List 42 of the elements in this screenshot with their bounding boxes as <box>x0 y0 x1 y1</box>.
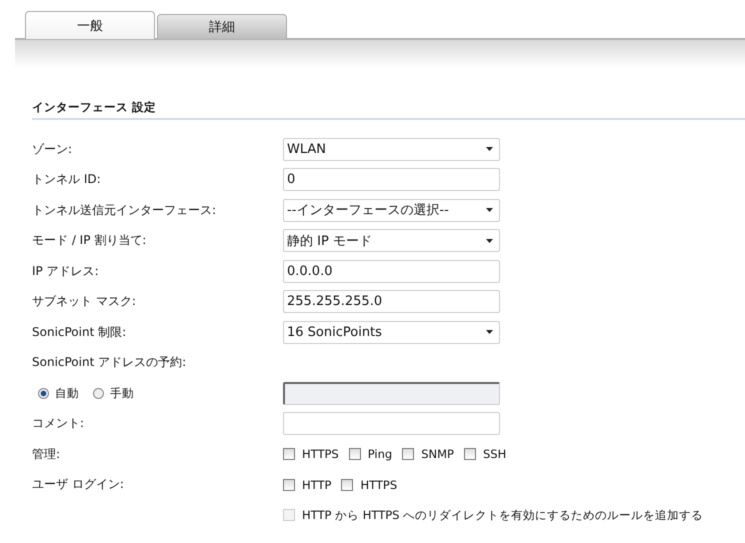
field-label: SonicPoint アドレスの予約: <box>32 354 186 372</box>
caret-icon <box>486 330 493 334</box>
input-field[interactable]: 255.255.255.0 <box>283 290 500 314</box>
radio-button[interactable] <box>93 388 104 399</box>
field-label: 管理: <box>32 446 60 463</box>
checkbox[interactable] <box>283 478 295 491</box>
checkbox[interactable] <box>348 448 361 460</box>
field-label: IP アドレス: <box>32 262 99 280</box>
caret-icon <box>486 147 493 152</box>
dropdown[interactable]: 16 SonicPoints <box>283 320 500 344</box>
option-label: SSH <box>482 447 506 462</box>
checkbox[interactable] <box>283 448 295 460</box>
tab[interactable]: 一般 <box>25 11 155 39</box>
field-label: SonicPoint 制限: <box>32 324 126 341</box>
option-label: HTTP <box>302 478 332 492</box>
option-label: SNMP <box>421 447 454 462</box>
field-label: ゾーン: <box>32 140 72 158</box>
dropdown[interactable]: WLAN <box>283 138 500 161</box>
field-label: トンネル ID: <box>32 171 101 188</box>
field-label: サブネット マスク: <box>32 293 136 310</box>
dropdown[interactable]: 静的 IP モード <box>283 229 500 252</box>
option-label: HTTP から HTTPS へのリダイレクトを有効にするためのルールを追加する <box>302 508 704 523</box>
input-field[interactable]: 0 <box>283 168 500 192</box>
checkbox[interactable] <box>464 448 476 460</box>
field-label: モード / IP 割り当て: <box>32 232 146 250</box>
option-label: Ping <box>368 447 392 462</box>
dropdown[interactable]: --インターフェースの選択-- <box>283 198 500 222</box>
field-label: トンネル送信元インターフェース: <box>32 202 216 219</box>
option-label: 自動 <box>55 386 79 401</box>
option-label: 手動 <box>110 386 134 401</box>
option-label: HTTPS <box>360 478 398 492</box>
section-title: インターフェース 設定 <box>32 100 745 120</box>
caret-icon <box>486 208 493 212</box>
field-label: コメント: <box>32 415 84 432</box>
input-field[interactable]: 0.0.0.0 <box>283 260 500 283</box>
checkbox[interactable] <box>402 448 414 460</box>
caret-icon <box>486 238 493 243</box>
radio-button[interactable] <box>38 388 49 399</box>
field-label: ユーザ ログイン: <box>32 476 124 494</box>
tab[interactable]: 詳細 <box>157 14 287 39</box>
checkbox[interactable] <box>341 478 354 491</box>
option-label: HTTPS <box>302 447 339 462</box>
